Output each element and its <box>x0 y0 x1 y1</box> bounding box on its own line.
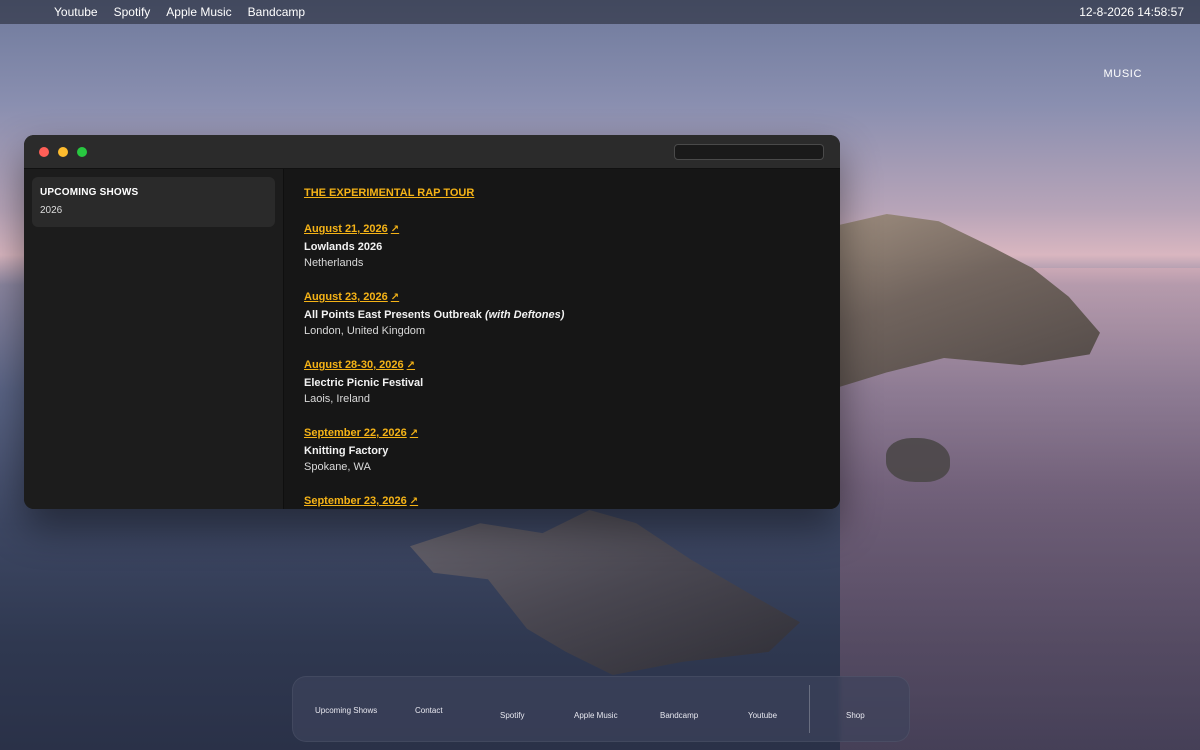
show-entry: August 28-30, 2026 ↗ Electric Picnic Fest… <box>304 355 820 405</box>
show-venue: All Points East Presents Outbreak (with … <box>304 309 820 321</box>
show-location: Spokane, WA <box>304 461 371 473</box>
minimize-window-button[interactable] <box>58 147 68 157</box>
show-location: Laois, Ireland <box>304 393 371 405</box>
show-venue-name: All Points East Presents Outbreak <box>304 309 482 321</box>
show-venue: Knitting Factory <box>304 445 820 457</box>
dock-item-spotify[interactable]: Spotify <box>500 711 524 720</box>
sidebar-item-subtitle: 2026 <box>40 205 63 216</box>
show-date-link[interactable]: September 23, 2026 ↗ <box>304 495 418 507</box>
close-window-button[interactable] <box>39 147 49 157</box>
search-input[interactable] <box>674 144 824 160</box>
menubar: Youtube Spotify Apple Music Bandcamp 12-… <box>0 0 1200 24</box>
show-date-text: August 28-30, 2026 <box>304 359 404 371</box>
show-date-text: August 23, 2026 <box>304 291 388 303</box>
show-location: London, United Kingdom <box>304 325 426 337</box>
sidebar: UPCOMING SHOWS 2026 <box>24 169 284 509</box>
menubar-link-youtube[interactable]: Youtube <box>54 5 98 19</box>
dock-item-bandcamp[interactable]: Bandcamp <box>660 711 698 720</box>
show-entry: August 23, 2026 ↗ All Points East Present… <box>304 287 820 337</box>
show-venue: Electric Picnic Festival <box>304 377 820 389</box>
dock-item-youtube[interactable]: Youtube <box>748 711 777 720</box>
shows-list: THE EXPERIMENTAL RAP TOUR August 21, 202… <box>284 169 840 509</box>
show-location: Netherlands <box>304 257 364 269</box>
show-date-link[interactable]: August 28-30, 2026 ↗ <box>304 359 415 371</box>
desktop-music-label[interactable]: MUSIC <box>1104 68 1142 80</box>
show-date-text: September 22, 2026 <box>304 427 407 439</box>
menubar-link-spotify[interactable]: Spotify <box>114 5 151 19</box>
dock-separator <box>809 685 810 733</box>
dock-item-shop[interactable]: Shop <box>846 711 865 720</box>
show-date-text: September 23, 2026 <box>304 495 407 507</box>
menubar-clock: 12-8-2026 14:58:57 <box>1079 5 1184 19</box>
sidebar-item-title: UPCOMING SHOWS <box>40 187 139 198</box>
zoom-window-button[interactable] <box>77 147 87 157</box>
show-venue-name: Electric Picnic Festival <box>304 377 424 389</box>
show-venue-name: Knitting Factory <box>304 445 389 457</box>
dock: Upcoming Shows Contact Spotify Apple Mus… <box>292 676 910 742</box>
menubar-links: Youtube Spotify Apple Music Bandcamp <box>0 5 305 19</box>
show-entry: August 21, 2026 ↗ Lowlands 2026 Netherlan… <box>304 219 820 269</box>
arrow-up-right-icon: ↗ <box>409 428 419 439</box>
arrow-up-right-icon: ↗ <box>390 224 400 235</box>
sidebar-item-upcoming-shows[interactable]: UPCOMING SHOWS 2026 <box>32 177 275 227</box>
arrow-up-right-icon: ↗ <box>409 496 419 507</box>
window-titlebar[interactable] <box>24 135 840 169</box>
menubar-link-apple-music[interactable]: Apple Music <box>166 5 231 19</box>
show-venue-name: Lowlands 2026 <box>304 241 383 253</box>
app-window: UPCOMING SHOWS 2026 THE EXPERIMENTAL RAP… <box>24 135 840 509</box>
menubar-link-bandcamp[interactable]: Bandcamp <box>248 5 305 19</box>
show-venue-with: (with Deftones) <box>484 309 565 321</box>
show-venue: Lowlands 2026 <box>304 241 820 253</box>
show-date-link[interactable]: August 21, 2026 ↗ <box>304 223 399 235</box>
dock-item-apple-music[interactable]: Apple Music <box>574 711 618 720</box>
dock-item-contact[interactable]: Contact <box>415 706 443 715</box>
window-content: UPCOMING SHOWS 2026 THE EXPERIMENTAL RAP… <box>24 169 840 509</box>
tour-title-link[interactable]: THE EXPERIMENTAL RAP TOUR <box>304 187 820 199</box>
show-entry: September 23, 2026 ↗ <box>304 491 820 509</box>
arrow-up-right-icon: ↗ <box>390 292 400 303</box>
arrow-up-right-icon: ↗ <box>406 360 416 371</box>
show-date-text: August 21, 2026 <box>304 223 388 235</box>
dock-item-upcoming-shows[interactable]: Upcoming Shows <box>315 706 377 715</box>
show-date-link[interactable]: September 22, 2026 ↗ <box>304 427 418 439</box>
show-entry: September 22, 2026 ↗ Knitting Factory Spo… <box>304 423 820 473</box>
show-date-link[interactable]: August 23, 2026 ↗ <box>304 291 399 303</box>
wallpaper-rock <box>886 438 950 482</box>
